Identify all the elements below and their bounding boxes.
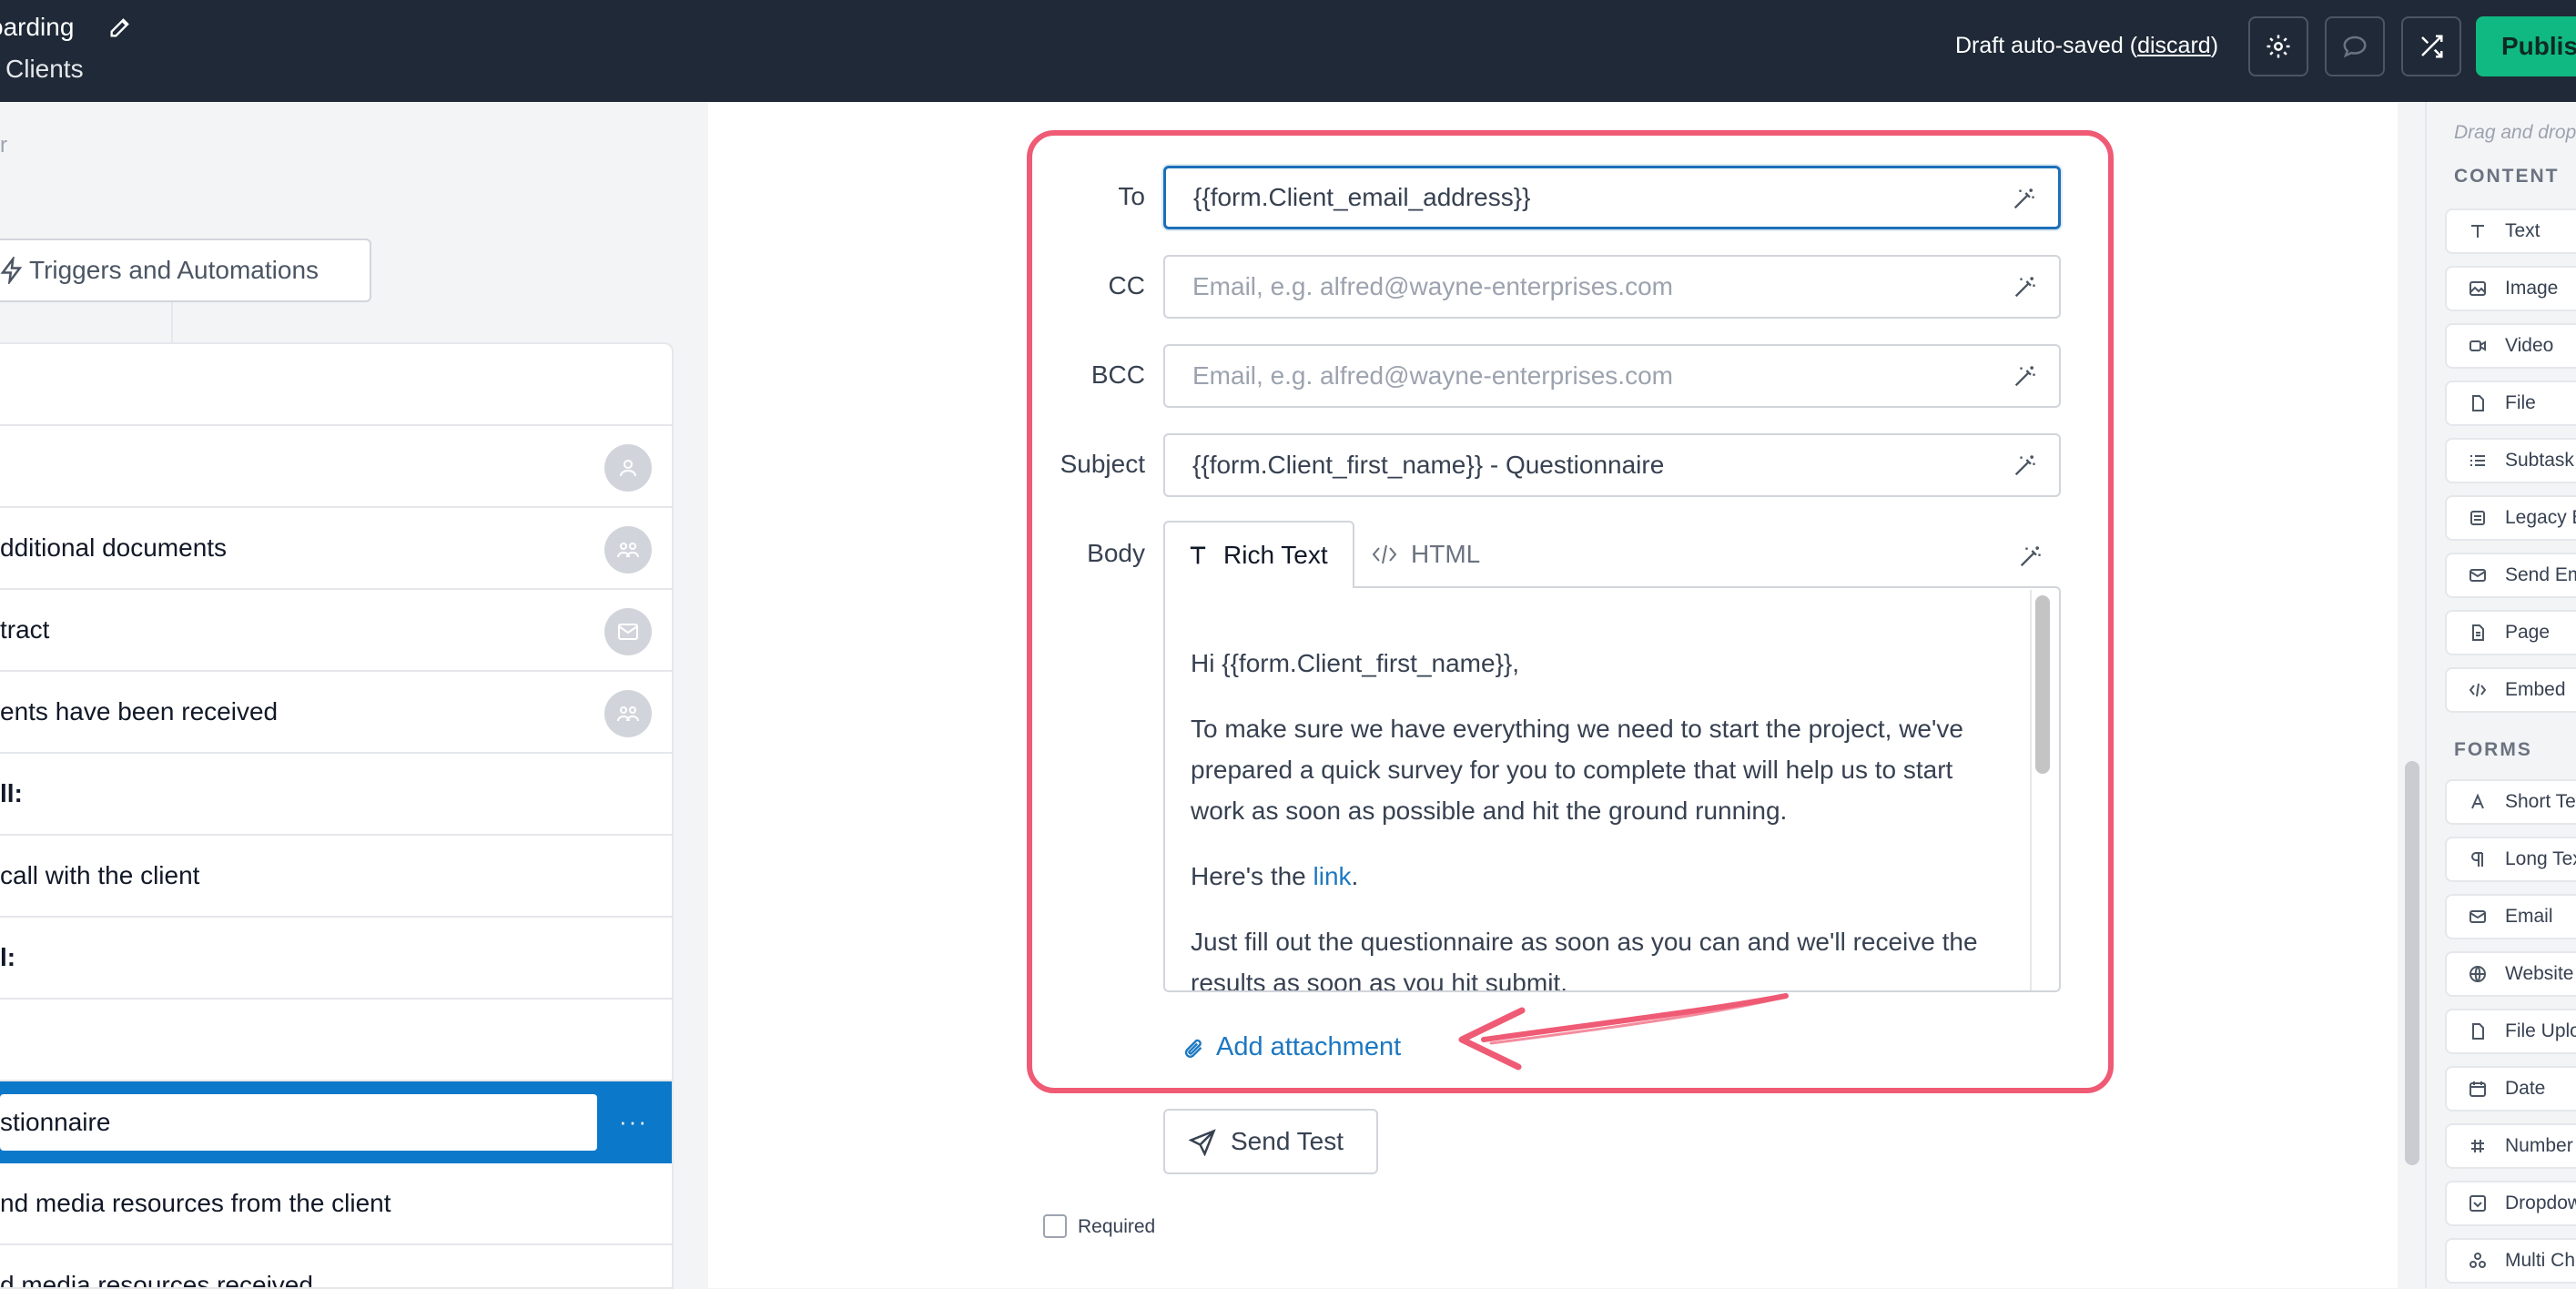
palette-item-file-upload[interactable]: File Uploa — [2445, 1009, 2576, 1054]
palette-item-subtask[interactable]: Subtask — [2445, 438, 2576, 483]
palette-item-page[interactable]: Page — [2445, 610, 2576, 655]
multi-choice-icon — [2470, 1253, 2486, 1268]
user-avatar-icon — [604, 444, 652, 492]
page-scrollbar[interactable] — [2405, 761, 2419, 1165]
image-icon — [2470, 281, 2486, 296]
publish-button[interactable]: Publis — [2476, 16, 2576, 76]
palette-section-content: CONTENT — [2454, 166, 2560, 187]
text-icon — [2471, 225, 2484, 238]
edit-title-icon[interactable] — [107, 15, 135, 42]
send-icon — [1189, 1129, 1216, 1156]
palette-item-video[interactable]: Video — [2445, 323, 2576, 369]
palette-item-file[interactable]: File — [2445, 381, 2576, 426]
globe-icon — [2470, 966, 2486, 982]
video-icon — [2470, 340, 2486, 351]
palette-item-send-email[interactable]: Send Em — [2445, 553, 2576, 598]
comment-icon — [2343, 36, 2367, 58]
text-format-icon — [1190, 546, 1206, 564]
task-list: dditional documents tract ents have been… — [0, 342, 674, 1289]
page-icon — [2472, 624, 2484, 641]
palette-item-dropdown[interactable]: Dropdow — [2445, 1181, 2576, 1226]
shuffle-icon — [2421, 35, 2443, 58]
list-item[interactable]: nd media resources from the client — [0, 1163, 672, 1245]
palette-hint: Drag and drop — [2454, 122, 2576, 143]
calendar-icon — [2470, 1081, 2486, 1097]
mail-icon — [2470, 910, 2486, 923]
shuffle-button[interactable] — [2401, 16, 2461, 76]
paragraph-icon — [2471, 852, 2483, 867]
list-item[interactable]: call with the client — [0, 836, 672, 918]
palette-item-website[interactable]: Website — [2445, 951, 2576, 997]
hash-icon — [2471, 1140, 2484, 1152]
palette-item-number[interactable]: Number — [2445, 1123, 2576, 1169]
list-item[interactable]: ll: — [0, 754, 672, 836]
list-item-active[interactable]: stionnaire ··· — [0, 1081, 672, 1163]
list-item[interactable]: dditional documents — [0, 508, 672, 590]
gear-icon — [2267, 35, 2290, 58]
palette-item-date[interactable]: Date — [2445, 1066, 2576, 1111]
draft-status: Draft auto-saved (discard) — [1955, 33, 2219, 58]
tab-divider — [171, 302, 173, 342]
dropdown-icon — [2470, 1195, 2486, 1212]
list-item[interactable]: ents have been received — [0, 672, 672, 754]
palette-item-email[interactable]: Email — [2445, 894, 2576, 939]
palette-item-multi-choice[interactable]: Multi Ch — [2445, 1238, 2576, 1284]
list-item[interactable] — [0, 426, 672, 508]
palette-divider — [2425, 102, 2427, 1288]
palette-item-embed[interactable]: Embed — [2445, 667, 2576, 713]
palette-item-short-text[interactable]: Short Te — [2445, 779, 2576, 825]
group-avatar-icon — [604, 526, 652, 573]
short-text-icon — [2471, 793, 2484, 809]
triggers-automations-button[interactable]: Triggers and Automations — [0, 239, 371, 302]
palette-section-forms: FORMS — [2454, 739, 2532, 760]
highlight-callout-box — [1027, 130, 2114, 1093]
page-title: oarding — [0, 13, 75, 41]
lightning-icon — [0, 257, 23, 284]
file-upload-icon — [2472, 1023, 2484, 1040]
mail-avatar-icon — [604, 608, 652, 655]
list-item[interactable] — [0, 1000, 672, 1081]
palette-item-image[interactable]: Image — [2445, 266, 2576, 311]
list-item[interactable] — [0, 344, 672, 426]
page-subtitle: Clients — [5, 55, 84, 83]
list-item[interactable]: d media resources received — [0, 1245, 672, 1287]
palette-item-long-text[interactable]: Long Tex — [2445, 837, 2576, 882]
palette-item-text[interactable]: Text — [2445, 208, 2576, 254]
subtask-icon — [2470, 455, 2485, 466]
mail-icon — [2470, 569, 2486, 582]
palette-item-legacy[interactable]: Legacy E — [2445, 495, 2576, 541]
discard-link[interactable]: discard — [2137, 33, 2211, 58]
tab-rich-text[interactable]: Rich Text — [1163, 521, 1354, 588]
send-test-button[interactable]: Send Test — [1163, 1109, 1378, 1174]
checkbox[interactable] — [1043, 1214, 1067, 1238]
task-title-input[interactable]: stionnaire — [0, 1094, 597, 1151]
file-icon — [2472, 395, 2484, 411]
comments-button[interactable] — [2325, 16, 2385, 76]
required-checkbox[interactable]: Required — [1043, 1214, 1155, 1240]
list-item[interactable]: tract — [0, 590, 672, 672]
list-item[interactable]: l: — [0, 918, 672, 1000]
legacy-icon — [2470, 511, 2485, 525]
more-options-button[interactable]: ··· — [619, 1081, 648, 1162]
group-avatar-icon — [604, 690, 652, 737]
settings-button[interactable] — [2248, 16, 2308, 76]
code-icon — [2469, 683, 2487, 697]
left-filter-text: r — [0, 133, 7, 157]
